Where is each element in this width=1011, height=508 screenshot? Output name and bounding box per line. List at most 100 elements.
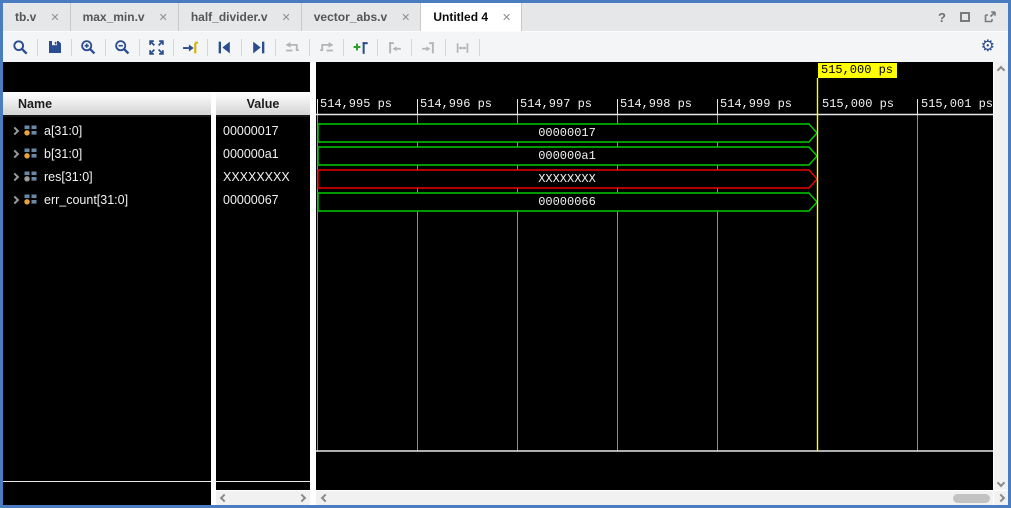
signal-value: 000000a1 <box>223 147 279 161</box>
toolbar-separator <box>377 39 378 56</box>
ruler-tick-label: 514,997 ps <box>520 97 592 111</box>
expand-chevron-icon[interactable] <box>11 149 19 157</box>
toolbar-separator <box>411 39 412 56</box>
panel-divider-line <box>3 481 211 482</box>
go-to-time-cursor-button[interactable] <box>177 34 204 60</box>
maximize-icon[interactable] <box>960 12 970 22</box>
save-configuration-button[interactable] <box>41 34 68 60</box>
swap-cursors-button[interactable] <box>449 34 476 60</box>
toolbar-separator <box>445 39 446 56</box>
toolbar-separator <box>479 39 480 56</box>
swap-cursors-icon <box>454 39 471 56</box>
wave-hscrollbar[interactable] <box>316 490 993 505</box>
wave-plot <box>316 62 993 452</box>
close-icon[interactable]: ✕ <box>50 11 59 24</box>
go-to-time-cursor-icon <box>182 39 199 56</box>
wave-toolbar: ⚙ <box>3 31 1008 62</box>
close-icon[interactable]: ✕ <box>282 11 291 24</box>
toolbar-separator <box>139 39 140 56</box>
expand-chevron-icon[interactable] <box>11 195 19 203</box>
search-button[interactable] <box>7 34 34 60</box>
tab-vector-abs-v[interactable]: vector_abs.v ✕ <box>302 3 422 31</box>
save-icon <box>47 39 63 55</box>
signal-name: err_count[31:0] <box>44 193 128 207</box>
ruler-tick-label: 514,998 ps <box>620 97 692 111</box>
name-column: Name a[31:0] <box>3 92 211 505</box>
ruler-tick-label: 515,001 ps <box>921 97 993 111</box>
tab-tb-v[interactable]: tb.v ✕ <box>3 3 71 31</box>
wave-canvas[interactable]: 515,000 ps 514,995 ps 514,996 ps 514,997… <box>316 62 993 505</box>
next-edge-button[interactable] <box>313 34 340 60</box>
zoom-in-icon <box>80 39 97 56</box>
cursor-time-flag[interactable]: 515,000 ps <box>818 63 897 78</box>
value-row[interactable]: 00000067 <box>216 188 310 211</box>
previous-edge-button[interactable] <box>279 34 306 60</box>
bus-signal-icon <box>24 148 38 159</box>
close-icon[interactable]: ✕ <box>502 11 511 24</box>
value-row[interactable]: 000000a1 <box>216 142 310 165</box>
zoom-in-button[interactable] <box>75 34 102 60</box>
previous-transition-button[interactable] <box>211 34 238 60</box>
close-icon[interactable]: ✕ <box>159 11 168 24</box>
scroll-down-button[interactable] <box>994 475 1008 490</box>
scroll-up-button[interactable] <box>994 62 1008 77</box>
expand-chevron-icon[interactable] <box>11 172 19 180</box>
signal-name-rows: a[31:0] b[31:0] <box>3 117 211 211</box>
float-icon[interactable] <box>984 11 996 23</box>
ruler-tick-label: 514,995 ps <box>320 97 392 111</box>
signal-name: res[31:0] <box>44 170 93 184</box>
zoom-out-button[interactable] <box>109 34 136 60</box>
wave-vscrollbar[interactable] <box>993 62 1008 505</box>
next-transition-button[interactable] <box>245 34 272 60</box>
scroll-right-icon[interactable] <box>298 494 306 502</box>
ruler-tick-label: 514,996 ps <box>420 97 492 111</box>
zoom-fit-button[interactable] <box>143 34 170 60</box>
tab-max-min-v[interactable]: max_min.v ✕ <box>71 3 179 31</box>
bus-value-a: 00000017 <box>467 126 667 141</box>
signal-panel: Name a[31:0] <box>3 62 310 505</box>
toolbar-right: ⚙ <box>981 38 1008 56</box>
hscroll-thumb[interactable] <box>953 494 990 503</box>
value-column-header[interactable]: Value <box>216 92 310 117</box>
scroll-down-icon <box>997 478 1005 486</box>
toolbar-separator <box>275 39 276 56</box>
signal-name: b[31:0] <box>44 147 82 161</box>
next-marker-button[interactable] <box>415 34 442 60</box>
signal-value: 00000067 <box>223 193 279 207</box>
value-row[interactable]: 00000017 <box>216 119 310 142</box>
scroll-left-icon[interactable] <box>321 494 329 502</box>
toolbar-separator <box>343 39 344 56</box>
name-column-header[interactable]: Name <box>3 92 211 117</box>
add-marker-icon <box>352 39 369 56</box>
tab-untitled-4[interactable]: Untitled 4 ✕ <box>421 3 522 31</box>
toolbar-separator <box>207 39 208 56</box>
signal-value: 00000017 <box>223 124 279 138</box>
ruler-tick-label: 514,999 ps <box>720 97 792 111</box>
previous-marker-button[interactable] <box>381 34 408 60</box>
value-row[interactable]: XXXXXXXX <box>216 165 310 188</box>
value-column-hscrollbar[interactable] <box>216 490 310 505</box>
toolbar-separator <box>309 39 310 56</box>
bus-signal-icon <box>24 194 38 205</box>
signal-panel-top-strip <box>3 62 310 92</box>
help-icon[interactable]: ? <box>938 10 946 25</box>
signal-row-b[interactable]: b[31:0] <box>3 142 211 165</box>
panel-divider-line <box>216 481 310 482</box>
expand-chevron-icon[interactable] <box>11 126 19 134</box>
bus-value-err-count: 00000066 <box>467 195 667 210</box>
search-icon <box>12 39 29 56</box>
tabbar-window-controls: ? <box>938 3 1008 31</box>
name-header-label: Name <box>18 97 52 111</box>
tab-half-divider-v[interactable]: half_divider.v ✕ <box>179 3 302 31</box>
close-icon[interactable]: ✕ <box>401 11 410 24</box>
scroll-left-icon[interactable] <box>220 494 228 502</box>
next-edge-icon <box>318 39 335 56</box>
signal-row-res[interactable]: res[31:0] <box>3 165 211 188</box>
scroll-corner-right-button[interactable] <box>994 490 1008 505</box>
signal-row-err-count[interactable]: err_count[31:0] <box>3 188 211 211</box>
signal-row-a[interactable]: a[31:0] <box>3 119 211 142</box>
previous-transition-icon <box>216 39 233 56</box>
add-marker-button[interactable] <box>347 34 374 60</box>
previous-marker-icon <box>386 39 403 56</box>
settings-gear-icon[interactable]: ⚙ <box>981 38 995 55</box>
